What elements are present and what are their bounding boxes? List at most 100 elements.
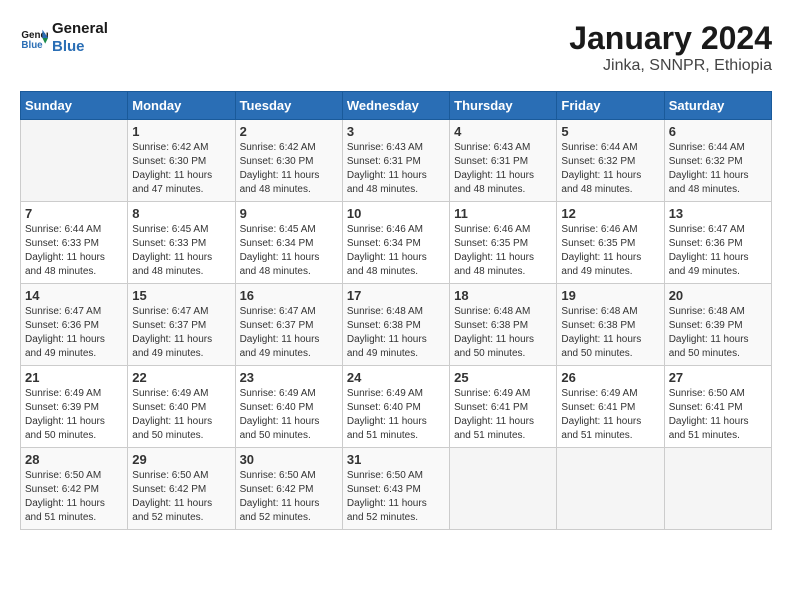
day-info: Sunrise: 6:50 AM Sunset: 6:42 PM Dayligh…: [132, 469, 230, 525]
day-number: 18: [454, 288, 552, 303]
day-info: Sunrise: 6:45 AM Sunset: 6:34 PM Dayligh…: [240, 223, 338, 279]
header-cell-wednesday: Wednesday: [342, 92, 449, 120]
day-info: Sunrise: 6:47 AM Sunset: 6:36 PM Dayligh…: [669, 223, 767, 279]
day-number: 1: [132, 124, 230, 139]
day-number: 24: [347, 370, 445, 385]
calendar-cell: 19Sunrise: 6:48 AM Sunset: 6:38 PM Dayli…: [557, 284, 664, 366]
calendar-week-2: 7 Sunrise: 6:44 AM Sunset: 6:33 PM Daylig…: [21, 202, 772, 284]
page-header: General Blue General Blue January 2024 J…: [20, 20, 772, 75]
day-number: 12: [561, 206, 659, 221]
header-cell-saturday: Saturday: [664, 92, 771, 120]
day-number: 8: [132, 206, 230, 221]
logo: General Blue General Blue: [20, 20, 108, 56]
calendar-cell: 21 Sunrise: 6:49 AM Sunset: 6:39 PM Dayli…: [21, 366, 128, 448]
calendar-cell: 11 Sunrise: 6:46 AM Sunset: 6:35 PM Dayli…: [450, 202, 557, 284]
day-info: Sunrise: 6:49 AM Sunset: 6:40 PM Dayligh…: [132, 387, 230, 443]
day-info: Sunrise: 6:46 AM Sunset: 6:35 PM Dayligh…: [561, 223, 659, 279]
calendar-cell: [557, 448, 664, 530]
header-cell-monday: Monday: [128, 92, 235, 120]
day-info: Sunrise: 6:44 AM Sunset: 6:33 PM Dayligh…: [25, 223, 123, 279]
day-number: 25: [454, 370, 552, 385]
day-number: 30: [240, 452, 338, 467]
calendar-cell: 10Sunrise: 6:46 AM Sunset: 6:34 PM Dayli…: [342, 202, 449, 284]
day-info: Sunrise: 6:49 AM Sunset: 6:41 PM Dayligh…: [454, 387, 552, 443]
calendar-cell: 26Sunrise: 6:49 AM Sunset: 6:41 PM Dayli…: [557, 366, 664, 448]
calendar-cell: 22 Sunrise: 6:49 AM Sunset: 6:40 PM Dayli…: [128, 366, 235, 448]
calendar-cell: 27Sunrise: 6:50 AM Sunset: 6:41 PM Dayli…: [664, 366, 771, 448]
header-cell-sunday: Sunday: [21, 92, 128, 120]
calendar-cell: 31Sunrise: 6:50 AM Sunset: 6:43 PM Dayli…: [342, 448, 449, 530]
calendar-cell: 20 Sunrise: 6:48 AM Sunset: 6:39 PM Dayli…: [664, 284, 771, 366]
day-info: Sunrise: 6:49 AM Sunset: 6:40 PM Dayligh…: [240, 387, 338, 443]
day-number: 23: [240, 370, 338, 385]
day-info: Sunrise: 6:47 AM Sunset: 6:37 PM Dayligh…: [240, 305, 338, 361]
day-number: 4: [454, 124, 552, 139]
day-info: Sunrise: 6:46 AM Sunset: 6:35 PM Dayligh…: [454, 223, 552, 279]
calendar-cell: 2 Sunrise: 6:42 AM Sunset: 6:30 PM Daylig…: [235, 120, 342, 202]
day-number: 11: [454, 206, 552, 221]
calendar-cell: 18Sunrise: 6:48 AM Sunset: 6:38 PM Dayli…: [450, 284, 557, 366]
day-info: Sunrise: 6:48 AM Sunset: 6:38 PM Dayligh…: [561, 305, 659, 361]
day-number: 15: [132, 288, 230, 303]
calendar-table: SundayMondayTuesdayWednesdayThursdayFrid…: [20, 91, 772, 530]
header-cell-tuesday: Tuesday: [235, 92, 342, 120]
header-cell-friday: Friday: [557, 92, 664, 120]
calendar-cell: 25 Sunrise: 6:49 AM Sunset: 6:41 PM Dayli…: [450, 366, 557, 448]
day-info: Sunrise: 6:44 AM Sunset: 6:32 PM Dayligh…: [669, 141, 767, 197]
day-info: Sunrise: 6:50 AM Sunset: 6:43 PM Dayligh…: [347, 469, 445, 525]
calendar-cell: [21, 120, 128, 202]
calendar-cell: 15Sunrise: 6:47 AM Sunset: 6:37 PM Dayli…: [128, 284, 235, 366]
calendar-title: January 2024: [569, 20, 772, 57]
day-number: 29: [132, 452, 230, 467]
day-number: 2: [240, 124, 338, 139]
calendar-cell: 29 Sunrise: 6:50 AM Sunset: 6:42 PM Dayli…: [128, 448, 235, 530]
calendar-cell: 13 Sunrise: 6:47 AM Sunset: 6:36 PM Dayli…: [664, 202, 771, 284]
calendar-week-1: 1 Sunrise: 6:42 AM Sunset: 6:30 PM Daylig…: [21, 120, 772, 202]
day-info: Sunrise: 6:49 AM Sunset: 6:39 PM Dayligh…: [25, 387, 123, 443]
svg-text:Blue: Blue: [21, 40, 43, 51]
day-number: 28: [25, 452, 123, 467]
day-info: Sunrise: 6:48 AM Sunset: 6:38 PM Dayligh…: [347, 305, 445, 361]
day-number: 5: [561, 124, 659, 139]
day-info: Sunrise: 6:49 AM Sunset: 6:41 PM Dayligh…: [561, 387, 659, 443]
calendar-cell: 23 Sunrise: 6:49 AM Sunset: 6:40 PM Dayli…: [235, 366, 342, 448]
calendar-cell: [450, 448, 557, 530]
calendar-header: SundayMondayTuesdayWednesdayThursdayFrid…: [21, 92, 772, 120]
calendar-cell: 4 Sunrise: 6:43 AM Sunset: 6:31 PM Daylig…: [450, 120, 557, 202]
day-number: 14: [25, 288, 123, 303]
calendar-cell: 28 Sunrise: 6:50 AM Sunset: 6:42 PM Dayli…: [21, 448, 128, 530]
day-number: 3: [347, 124, 445, 139]
day-number: 6: [669, 124, 767, 139]
calendar-cell: 17Sunrise: 6:48 AM Sunset: 6:38 PM Dayli…: [342, 284, 449, 366]
day-info: Sunrise: 6:47 AM Sunset: 6:36 PM Dayligh…: [25, 305, 123, 361]
day-number: 9: [240, 206, 338, 221]
calendar-cell: 8 Sunrise: 6:45 AM Sunset: 6:33 PM Daylig…: [128, 202, 235, 284]
calendar-cell: 12 Sunrise: 6:46 AM Sunset: 6:35 PM Dayli…: [557, 202, 664, 284]
day-number: 16: [240, 288, 338, 303]
logo-text: General Blue: [52, 20, 108, 56]
day-info: Sunrise: 6:43 AM Sunset: 6:31 PM Dayligh…: [347, 141, 445, 197]
calendar-cell: 9 Sunrise: 6:45 AM Sunset: 6:34 PM Daylig…: [235, 202, 342, 284]
day-number: 21: [25, 370, 123, 385]
day-number: 7: [25, 206, 123, 221]
calendar-cell: 5Sunrise: 6:44 AM Sunset: 6:32 PM Daylig…: [557, 120, 664, 202]
header-cell-thursday: Thursday: [450, 92, 557, 120]
day-info: Sunrise: 6:43 AM Sunset: 6:31 PM Dayligh…: [454, 141, 552, 197]
calendar-cell: [664, 448, 771, 530]
calendar-cell: 30 Sunrise: 6:50 AM Sunset: 6:42 PM Dayli…: [235, 448, 342, 530]
day-number: 13: [669, 206, 767, 221]
day-info: Sunrise: 6:50 AM Sunset: 6:42 PM Dayligh…: [25, 469, 123, 525]
day-info: Sunrise: 6:45 AM Sunset: 6:33 PM Dayligh…: [132, 223, 230, 279]
day-number: 20: [669, 288, 767, 303]
day-info: Sunrise: 6:42 AM Sunset: 6:30 PM Dayligh…: [240, 141, 338, 197]
logo-icon: General Blue: [20, 24, 48, 52]
calendar-cell: 16 Sunrise: 6:47 AM Sunset: 6:37 PM Dayli…: [235, 284, 342, 366]
day-info: Sunrise: 6:46 AM Sunset: 6:34 PM Dayligh…: [347, 223, 445, 279]
day-number: 22: [132, 370, 230, 385]
calendar-cell: 7 Sunrise: 6:44 AM Sunset: 6:33 PM Daylig…: [21, 202, 128, 284]
day-info: Sunrise: 6:48 AM Sunset: 6:39 PM Dayligh…: [669, 305, 767, 361]
title-block: January 2024 Jinka, SNNPR, Ethiopia: [569, 20, 772, 75]
day-info: Sunrise: 6:50 AM Sunset: 6:42 PM Dayligh…: [240, 469, 338, 525]
header-row: SundayMondayTuesdayWednesdayThursdayFrid…: [21, 92, 772, 120]
calendar-week-4: 21 Sunrise: 6:49 AM Sunset: 6:39 PM Dayli…: [21, 366, 772, 448]
